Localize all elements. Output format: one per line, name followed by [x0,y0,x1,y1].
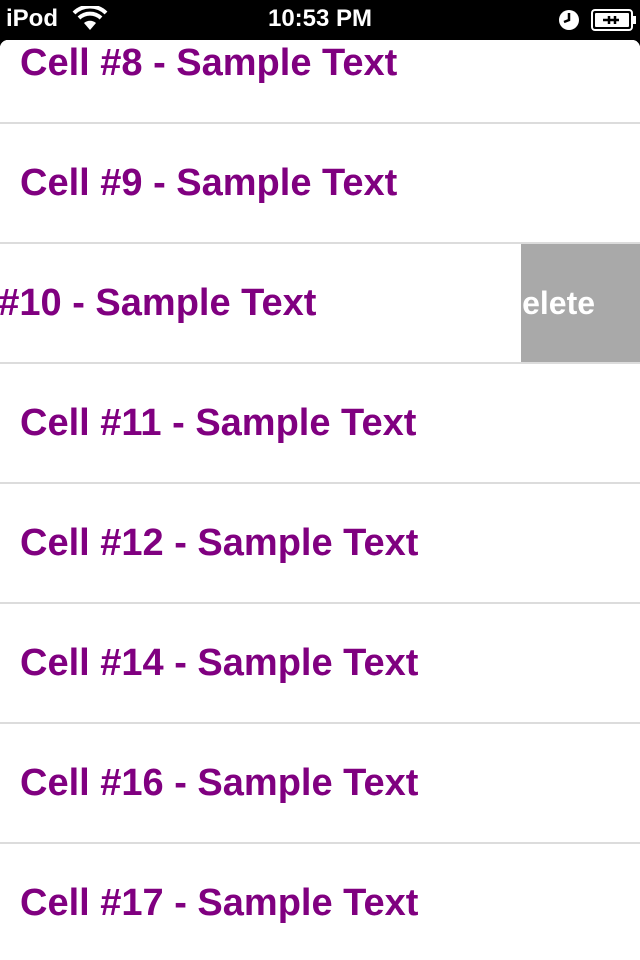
delete-label: Delete [521,285,596,321]
table-row[interactable]: Cell #14 - Sample Text [0,604,640,724]
status-time: 10:53 PM [267,5,373,32]
row-content: Cell #17 - Sample Text [0,844,640,960]
table-row[interactable]: Cell #8 - Sample Text [0,40,640,124]
delete-button[interactable]: Delete [521,244,640,362]
row-content: Cell #9 - Sample Text [0,124,640,242]
row-content: Cell #14 - Sample Text [0,604,640,722]
cell-label: Cell #10 - Sample Text [0,282,317,324]
battery-charging-icon [591,9,636,31]
row-content: Cell #16 - Sample Text [0,724,640,842]
cell-label: Cell #12 - Sample Text [20,522,419,564]
row-content: Cell #12 - Sample Text [0,484,640,602]
cell-label: Cell #9 - Sample Text [20,162,398,204]
cell-label: Cell #16 - Sample Text [20,762,419,804]
row-content: Cell #8 - Sample Text [0,40,640,122]
table-row-swiped[interactable]: Cell #10 - Sample Text Delete [0,244,640,364]
row-content: Cell #10 - Sample Text [0,244,538,362]
status-bar: iPod 10:53 PM [0,0,640,40]
cell-label: Cell #11 - Sample Text [20,402,417,444]
table-row[interactable]: Cell #11 - Sample Text [0,364,640,484]
table-row[interactable]: Cell #12 - Sample Text [0,484,640,604]
alarm-icon [559,10,579,30]
table-row[interactable]: Cell #16 - Sample Text [0,724,640,844]
screen: iPod 10:53 PM Cell #8 - Sample Text Cell… [0,0,640,960]
row-content: Cell #11 - Sample Text [0,364,640,482]
cell-label: Cell #14 - Sample Text [20,642,419,684]
table-view[interactable]: Cell #8 - Sample Text Cell #9 - Sample T… [0,40,640,960]
table-row[interactable]: Cell #9 - Sample Text [0,124,640,244]
cell-label: Cell #8 - Sample Text [20,42,398,84]
table-row[interactable]: Cell #17 - Sample Text [0,844,640,960]
cell-label: Cell #17 - Sample Text [20,882,419,924]
